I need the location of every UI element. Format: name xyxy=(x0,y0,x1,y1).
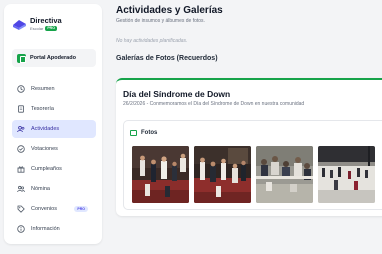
sidebar-item-label: Nómina xyxy=(31,186,50,192)
sidebar: Directiva Escolar PRO Portal Apoderado R… xyxy=(4,4,102,244)
sidebar-item-votaciones[interactable]: Votaciones xyxy=(12,140,96,158)
photo-thumbnail[interactable] xyxy=(194,146,251,203)
page-title: Actividades y Galerías xyxy=(116,5,223,16)
sidebar-item-informacion[interactable]: Información xyxy=(12,220,96,238)
sidebar-item-label: Actividades xyxy=(31,126,60,132)
sidebar-item-label: Información xyxy=(31,226,60,232)
photo-thumbnail[interactable] xyxy=(256,146,313,203)
sidebar-item-resumen[interactable]: Resumen xyxy=(12,80,96,98)
sidebar-item-label: Tesorería xyxy=(31,106,54,112)
sidebar-item-label: Votaciones xyxy=(31,146,58,152)
sidebar-item-cumpleanos[interactable]: Cumpleaños xyxy=(12,160,96,178)
gallery-title: Día del Síndrome de Down xyxy=(123,89,231,99)
image-icon xyxy=(130,130,137,136)
app-logo[interactable]: Directiva Escolar PRO xyxy=(12,17,62,31)
sidebar-item-tesoreria[interactable]: Tesorería xyxy=(12,100,96,118)
portal-icon xyxy=(17,53,26,63)
photo-thumbnail[interactable] xyxy=(132,146,189,203)
sidebar-nav: Resumen Tesorería Actividades Votaciones… xyxy=(12,80,96,240)
sidebar-item-label: Cumpleaños xyxy=(31,166,62,172)
logo-icon xyxy=(12,18,27,30)
gallery-meta: 26/2/2026 - Conmemoramos el Día del Sínd… xyxy=(123,101,305,107)
gallery-section-title: Galerías de Fotos (Recuerdos) xyxy=(116,55,218,62)
portal-selector[interactable]: Portal Apoderado xyxy=(12,49,96,67)
photos-label: Fotos xyxy=(141,130,158,136)
empty-activities-message: No hay actividades planificadas. xyxy=(116,38,188,44)
logo-badge: PRO xyxy=(45,26,57,31)
clock-icon xyxy=(17,85,25,93)
tag-icon xyxy=(17,205,25,213)
page-subtitle: Gestión de insumos y álbumes de fotos. xyxy=(116,18,205,24)
gift-icon xyxy=(17,165,25,173)
photo-students-dance-floor xyxy=(194,146,251,203)
photos-panel: Fotos xyxy=(123,120,382,210)
users-icon xyxy=(17,125,25,133)
check-circle-icon xyxy=(17,145,25,153)
sidebar-item-nomina[interactable]: Nómina xyxy=(12,180,96,198)
document-icon xyxy=(17,105,25,113)
people-icon xyxy=(17,185,25,193)
portal-label: Portal Apoderado xyxy=(30,55,76,61)
pro-badge: PRO xyxy=(74,206,88,212)
photo-dancing-students xyxy=(132,146,189,203)
photo-thumbnail[interactable] xyxy=(318,146,375,203)
logo-title: Directiva xyxy=(30,16,62,25)
sidebar-item-convenios[interactable]: Convenios PRO xyxy=(12,200,96,218)
photo-group-outdoors xyxy=(256,146,313,203)
sidebar-item-label: Resumen xyxy=(31,86,55,92)
sidebar-item-actividades[interactable]: Actividades xyxy=(12,120,96,138)
photo-schoolyard xyxy=(318,146,375,203)
logo-subtitle: Escolar xyxy=(30,26,44,31)
sidebar-item-label: Convenios xyxy=(31,206,57,212)
gallery-card[interactable]: Día del Síndrome de Down 26/2/2026 - Con… xyxy=(116,78,382,216)
info-icon xyxy=(17,225,25,233)
